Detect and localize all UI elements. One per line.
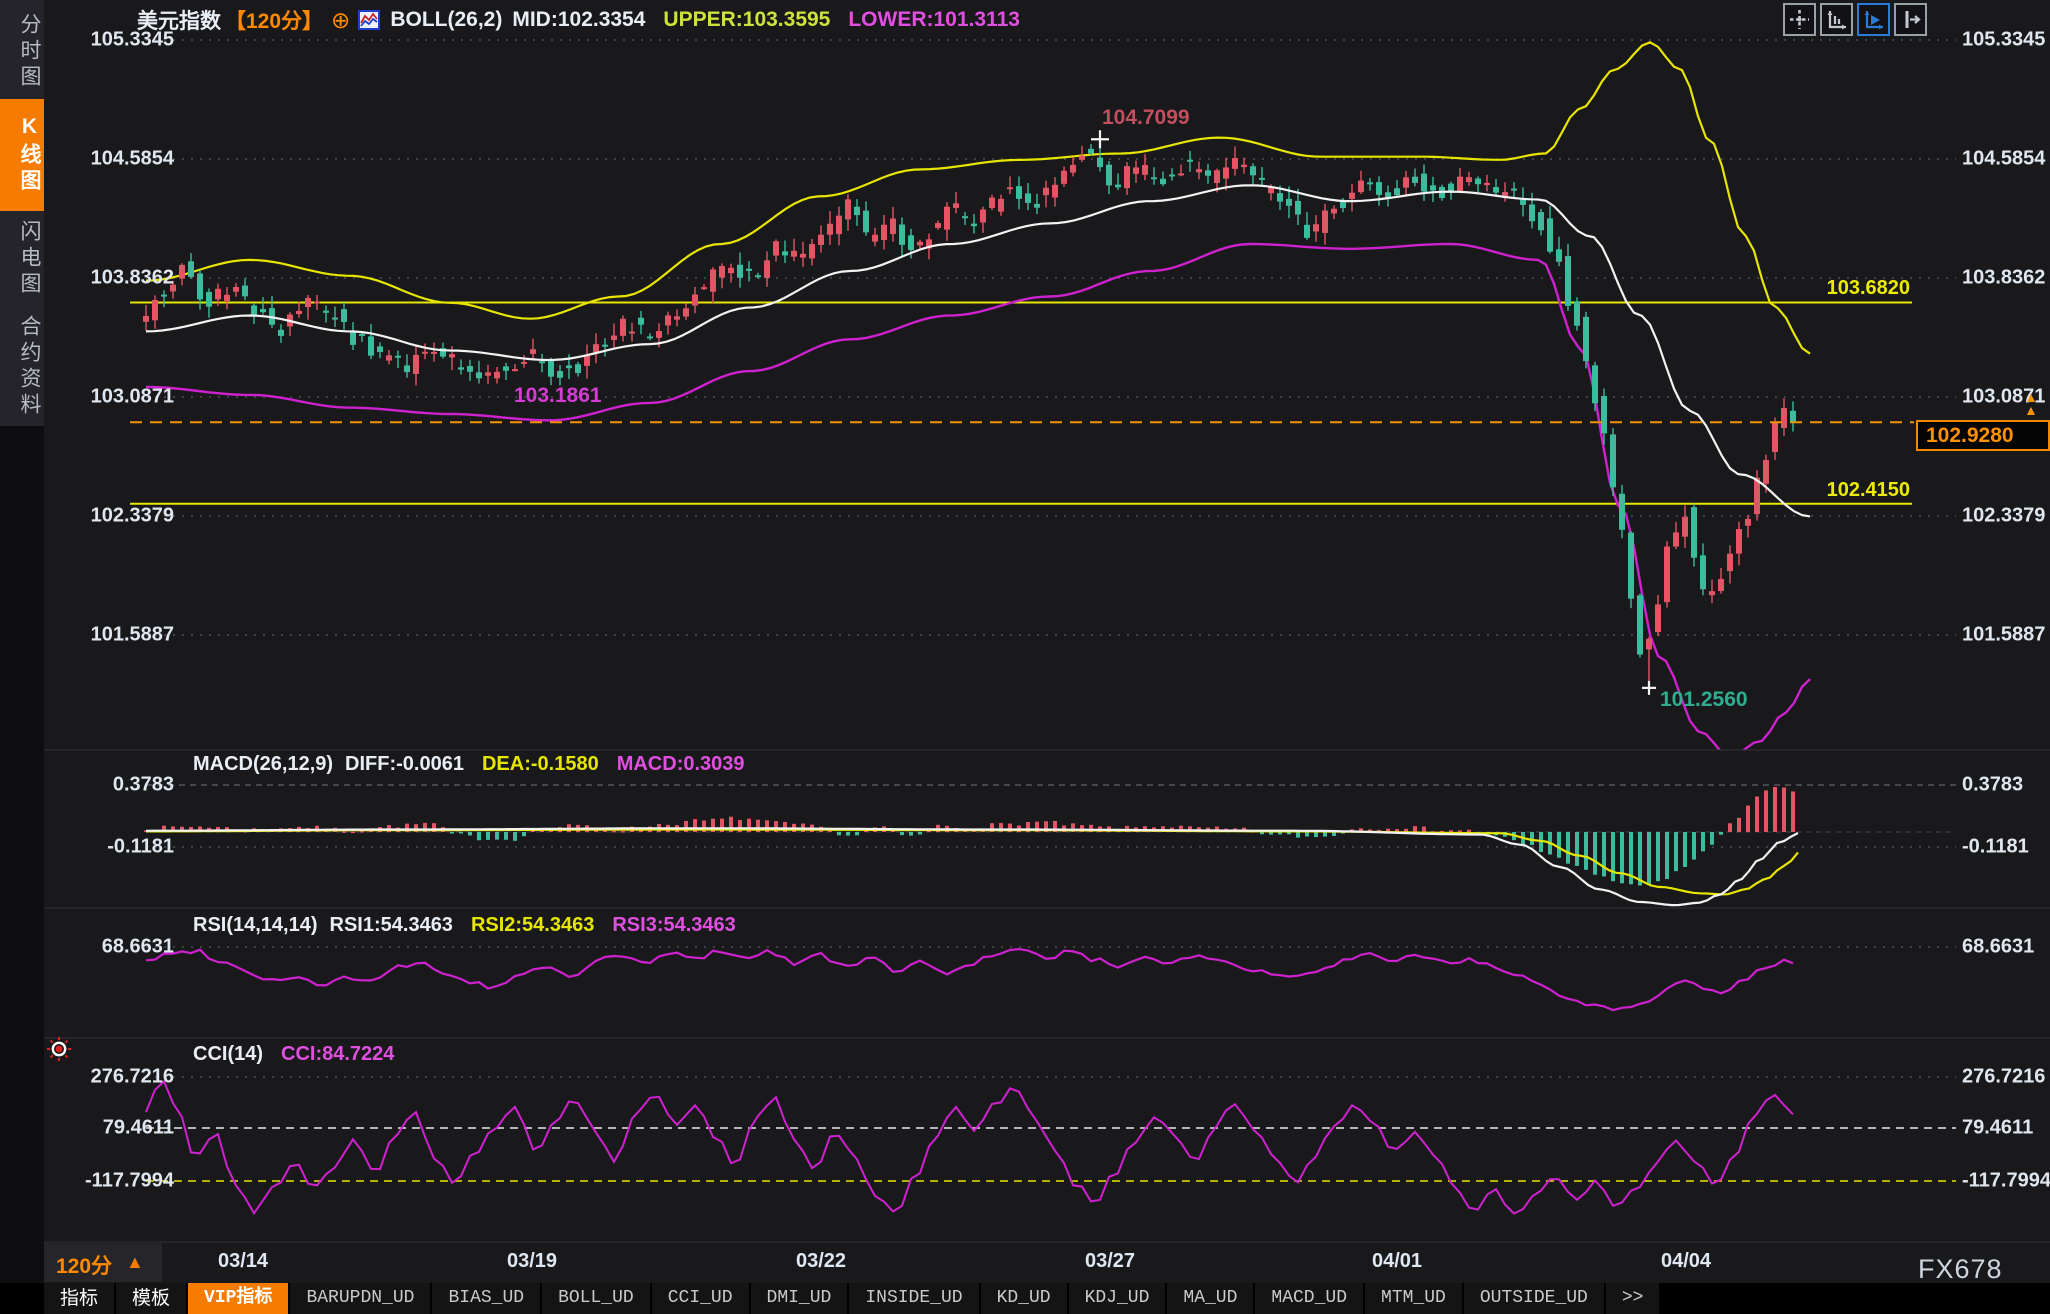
cci-pane — [146, 1077, 1956, 1214]
mini-chart-icon[interactable] — [358, 10, 380, 30]
chart-stage — [0, 0, 2050, 1314]
price-tick: 103.8362 — [1962, 267, 2045, 290]
macd-diff-value: DIFF:-0.0061 — [345, 753, 464, 776]
price-tick: 103.0871 — [44, 386, 174, 409]
bottom-tab-9[interactable]: KD_UD — [981, 1283, 1067, 1314]
date-tick: 03/19 — [487, 1250, 577, 1273]
sidebar-item-kline[interactable]: K线图 — [0, 99, 44, 211]
macd-header: MACD(26,12,9) DIFF:-0.0061 DEA:-0.1580 M… — [193, 753, 745, 776]
price-tick: 105.3345 — [1962, 29, 2045, 52]
rsi-pane — [146, 947, 1956, 1010]
boll-lower-line — [146, 244, 1810, 757]
price-tick: 104.5854 — [44, 148, 174, 171]
cci-tick: -117.7994 — [1962, 1170, 2050, 1193]
bottom-tab-10[interactable]: KDJ_UD — [1069, 1283, 1166, 1314]
price-tick: 103.8362 — [44, 267, 174, 290]
cci-tick: 79.4611 — [1962, 1117, 2033, 1140]
rsi-title: RSI(14,14,14) — [193, 914, 318, 937]
bottom-tab-0[interactable]: 指标 — [44, 1283, 114, 1314]
macd-tick: -0.1181 — [1962, 836, 2029, 859]
boll-upper-value: UPPER:103.3595 — [663, 8, 830, 32]
rsi1-value: RSI1:54.3463 — [330, 914, 453, 937]
macd-tick: -0.1181 — [44, 836, 174, 859]
date-tick: 04/01 — [1352, 1250, 1442, 1273]
indicator-tab-bar: 指标模板VIP指标BARUPDN_UDBIAS_UDBOLL_UDCCI_UDD… — [44, 1283, 2050, 1314]
sidebar: 分时图 K线图 闪电图 合约资料 — [0, 0, 44, 1314]
macd-title: MACD(26,12,9) — [193, 753, 333, 776]
up-arrow-icon: ▲ — [2024, 404, 2038, 417]
boll-mid-line — [146, 185, 1810, 516]
bottom-tab-3[interactable]: BARUPDN_UD — [290, 1283, 430, 1314]
brand-watermark: FX678 — [1918, 1254, 2003, 1285]
rsi-line — [146, 949, 1793, 1010]
sidebar-item-timeshare[interactable]: 分时图 — [0, 6, 44, 98]
rsi3-value: RSI3:54.3463 — [612, 914, 735, 937]
alert-sun-icon[interactable] — [46, 1036, 72, 1062]
cci-line — [146, 1081, 1793, 1213]
chart-canvas[interactable] — [0, 0, 2050, 1314]
bottom-tab-2[interactable]: VIP指标 — [188, 1283, 288, 1314]
rsi2-value: RSI2:54.3463 — [471, 914, 594, 937]
sidebar-item-contract-info[interactable]: 合约资料 — [0, 308, 44, 426]
interval-badge[interactable]: 【120分】 — [225, 5, 323, 35]
axis-scale-icon[interactable] — [1820, 3, 1853, 36]
axis-play-icon[interactable] — [1857, 3, 1890, 36]
hline-lower-label: 102.4150 — [1700, 479, 1910, 502]
bottom-tab-15[interactable]: >> — [1606, 1283, 1660, 1314]
rsi-tick: 68.6631 — [44, 936, 174, 959]
bottom-tab-7[interactable]: DMI_UD — [751, 1283, 848, 1314]
bottom-tab-8[interactable]: INSIDE_UD — [849, 1283, 978, 1314]
price-tick: 101.5887 — [1962, 624, 2045, 647]
main-pane — [130, 40, 1956, 757]
cci-tick: 79.4611 — [44, 1117, 174, 1140]
symbol-name: 美元指数 — [137, 5, 221, 35]
bottom-tab-11[interactable]: MA_UD — [1167, 1283, 1253, 1314]
sidebar-item-lightning[interactable]: 闪电图 — [0, 212, 44, 306]
macd-tick: 0.3783 — [44, 774, 174, 797]
macd-pane — [144, 785, 1956, 905]
cci-value: CCI:84.7224 — [281, 1043, 394, 1066]
cci-header: CCI(14) CCI:84.7224 — [193, 1043, 394, 1066]
pan-crosshair-icon[interactable] — [1783, 3, 1816, 36]
cci-tick: 276.7216 — [44, 1066, 174, 1089]
bottom-tab-5[interactable]: BOLL_UD — [542, 1283, 650, 1314]
bottom-tab-13[interactable]: MTM_UD — [1365, 1283, 1462, 1314]
bottom-tab-1[interactable]: 模板 — [116, 1283, 186, 1314]
last-price-badge: 102.9280 — [1916, 420, 2050, 451]
indicator-name: BOLL(26,2) — [390, 8, 502, 32]
price-up-arrows: ▲ ▲ — [2024, 391, 2038, 417]
rsi-tick: 68.6631 — [1962, 936, 2034, 959]
date-tick: 04/04 — [1641, 1250, 1731, 1273]
price-tick: 102.3379 — [1962, 505, 2045, 528]
cci-title: CCI(14) — [193, 1043, 263, 1066]
bottom-tab-6[interactable]: CCI_UD — [652, 1283, 749, 1314]
rsi-header: RSI(14,14,14) RSI1:54.3463 RSI2:54.3463 … — [193, 914, 736, 937]
footer-interval-label[interactable]: 120分 — [56, 1250, 112, 1280]
boll-mid-value: MID:102.3354 — [512, 8, 645, 32]
chart-toolbar — [1783, 3, 1927, 36]
cci-tick: -117.7994 — [44, 1170, 174, 1193]
date-tick: 03/22 — [776, 1250, 866, 1273]
price-tick: 104.5854 — [1962, 148, 2045, 171]
chart-header: 美元指数 【120分】 ⊕ BOLL(26,2) MID:102.3354 UP… — [137, 5, 1020, 35]
interval-up-arrow-icon[interactable]: ▲ — [126, 1252, 144, 1273]
bottom-tab-12[interactable]: MACD_UD — [1255, 1283, 1363, 1314]
hline-upper-label: 103.6820 — [1700, 277, 1910, 300]
swing-low-annotation: 103.1861 — [514, 384, 602, 408]
low-price-annotation: 101.2560 — [1660, 688, 1748, 712]
date-tick: 03/27 — [1065, 1250, 1155, 1273]
cci-tick: 276.7216 — [1962, 1066, 2045, 1089]
axis-shift-icon[interactable] — [1894, 3, 1927, 36]
bottom-tab-4[interactable]: BIAS_UD — [432, 1283, 540, 1314]
macd-tick: 0.3783 — [1962, 774, 2023, 797]
macd-dea-value: DEA:-0.1580 — [482, 753, 599, 776]
crosshair-toggle-icon[interactable]: ⊕ — [331, 7, 350, 34]
price-tick: 101.5887 — [44, 624, 174, 647]
macd-hist-value: MACD:0.3039 — [617, 753, 745, 776]
price-tick: 102.3379 — [44, 505, 174, 528]
date-tick: 03/14 — [198, 1250, 288, 1273]
boll-lower-value: LOWER:101.3113 — [848, 8, 1020, 32]
high-price-annotation: 104.7099 — [1102, 106, 1190, 130]
bottom-tab-14[interactable]: OUTSIDE_UD — [1464, 1283, 1604, 1314]
